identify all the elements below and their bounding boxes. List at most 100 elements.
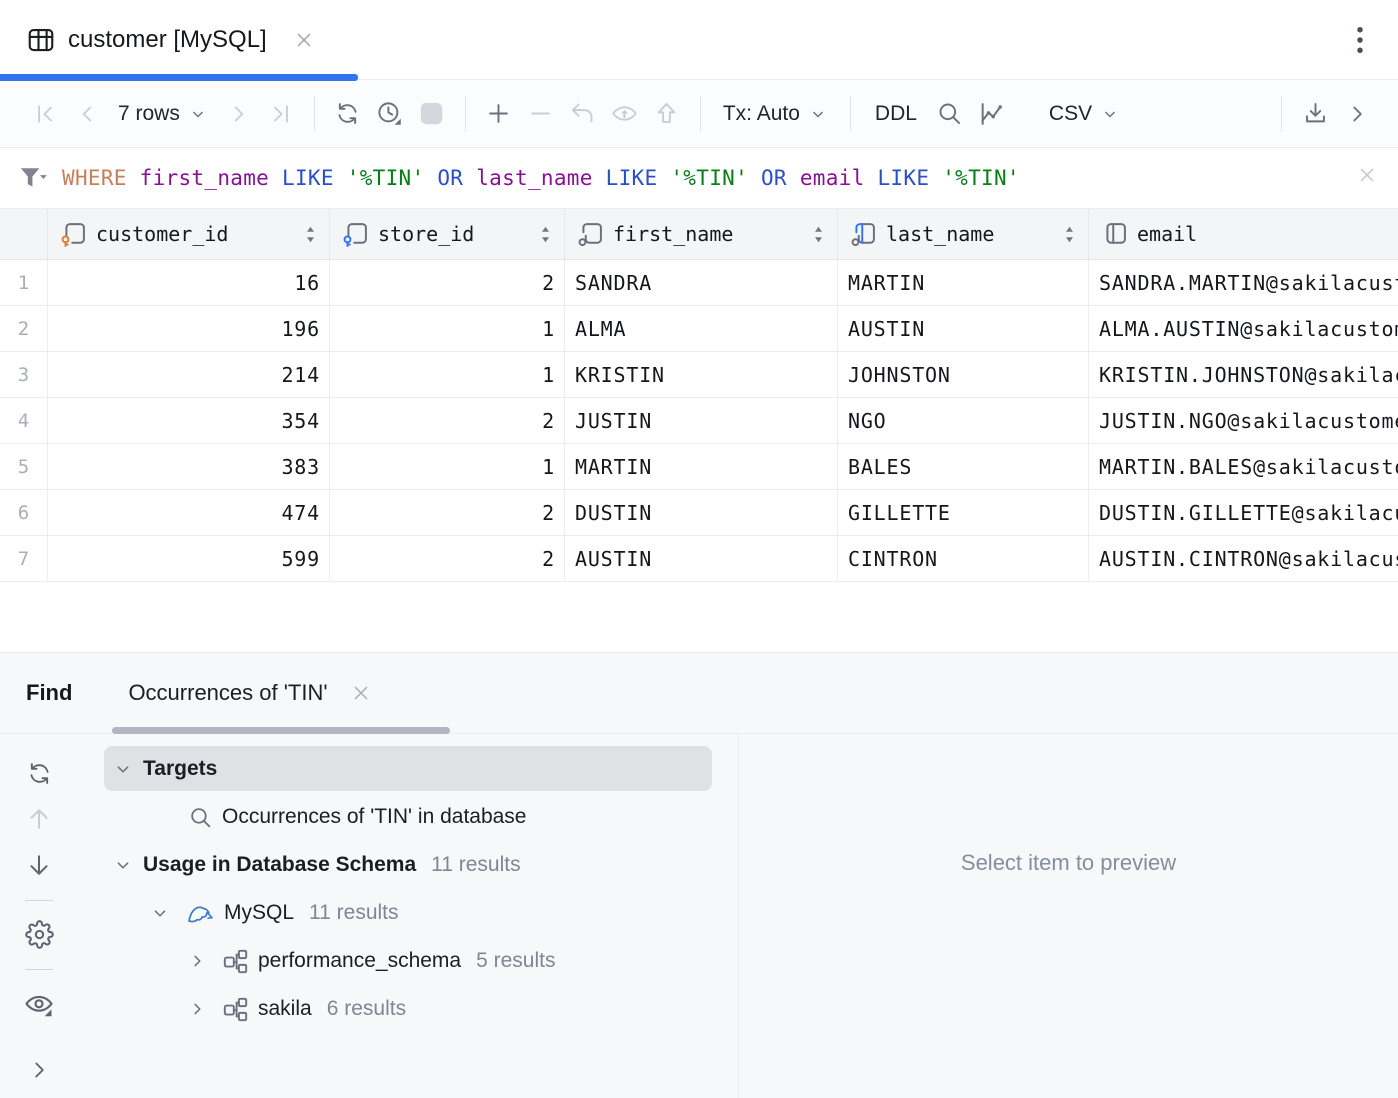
find-tab-occurrences[interactable]: Occurrences of 'TIN' [128,680,371,706]
chevron-down-icon[interactable] [112,758,134,780]
revert-changes-button[interactable] [562,93,604,135]
preview-changes-button[interactable] [604,93,646,135]
cell-last_name[interactable]: BALES [838,444,1089,489]
cell-customer_id[interactable]: 474 [48,490,330,535]
cell-customer_id[interactable]: 16 [48,260,330,305]
sort-toggle-icon[interactable] [810,224,827,245]
cell-store_id[interactable]: 2 [330,536,565,581]
expand-panel-button[interactable] [19,1052,59,1087]
last-page-button[interactable] [260,93,302,135]
row-number[interactable]: 4 [0,398,48,443]
tab-close-icon[interactable] [293,29,315,51]
col-plain-icon [1101,220,1129,248]
cell-email[interactable]: ALMA.AUSTIN@sakilacustomer.org [1089,306,1398,351]
row-number[interactable]: 7 [0,536,48,581]
cell-customer_id[interactable]: 599 [48,536,330,581]
cell-email[interactable]: DUSTIN.GILLETTE@sakilacustomer.org [1089,490,1398,535]
next-page-button[interactable] [218,93,260,135]
cell-store_id[interactable]: 2 [330,398,565,443]
column-header-last_name[interactable]: last_name [838,209,1089,259]
cell-store_id[interactable]: 1 [330,306,565,351]
tree-item-usage-in-database-schema[interactable]: Usage in Database Schema11 results [104,841,712,889]
export-format-select[interactable]: CSV [1039,93,1130,135]
submit-changes-button[interactable] [646,93,688,135]
row-number[interactable]: 1 [0,260,48,305]
search-icon[interactable] [929,93,971,135]
tree-item-occurrences-of-tin-in-database[interactable]: Occurrences of 'TIN' in database [104,793,712,841]
page-size-select[interactable]: 7 rows [108,93,218,135]
tree-item-targets[interactable]: Targets [104,746,712,791]
previous-page-button[interactable] [66,93,108,135]
toolbar-overflow-button[interactable] [1336,93,1378,135]
first-page-button[interactable] [24,93,66,135]
preview-options-icon[interactable] [19,987,59,1022]
cell-last_name[interactable]: AUSTIN [838,306,1089,351]
cell-last_name[interactable]: GILLETTE [838,490,1089,535]
sort-toggle-icon[interactable] [302,224,319,245]
previous-occurrence-button[interactable] [19,802,59,837]
chevron-down-icon[interactable] [149,902,171,924]
cell-store_id[interactable]: 1 [330,352,565,397]
cell-last_name[interactable]: MARTIN [838,260,1089,305]
cell-customer_id[interactable]: 196 [48,306,330,351]
sort-toggle-icon[interactable] [537,224,554,245]
chevron-right-icon[interactable] [186,950,208,972]
add-row-button[interactable] [478,93,520,135]
cell-first_name[interactable]: JUSTIN [565,398,838,443]
row-number[interactable]: 5 [0,444,48,489]
stop-button[interactable] [411,93,453,135]
cell-first_name[interactable]: DUSTIN [565,490,838,535]
sort-toggle-icon[interactable] [1061,224,1078,245]
cell-email[interactable]: AUSTIN.CINTRON@sakilacustomer.org [1089,536,1398,581]
ddl-button[interactable]: DDL [863,102,929,126]
filter-query[interactable]: WHERE first_name LIKE '%TIN' OR last_nam… [62,166,1020,190]
cell-email[interactable]: SANDRA.MARTIN@sakilacustomer.org [1089,260,1398,305]
next-occurrence-button[interactable] [19,848,59,883]
cell-store_id[interactable]: 2 [330,490,565,535]
find-tab-close-icon[interactable] [350,682,372,704]
cell-first_name[interactable]: MARTIN [565,444,838,489]
filter-token-keyword: OR [424,166,463,190]
cell-customer_id[interactable]: 354 [48,398,330,443]
column-header-customer_id[interactable]: customer_id [48,209,330,259]
query-history-button[interactable] [369,93,411,135]
tree-item-mysql[interactable]: MySQL11 results [104,889,712,937]
cell-customer_id[interactable]: 214 [48,352,330,397]
cell-email[interactable]: MARTIN.BALES@sakilacustomer.org [1089,444,1398,489]
chevron-right-icon[interactable] [186,998,208,1020]
col-pk-icon [60,220,88,248]
settings-gear-icon[interactable] [19,917,59,952]
cell-last_name[interactable]: CINTRON [838,536,1089,581]
row-number[interactable]: 3 [0,352,48,397]
tree-item-sakila[interactable]: sakila6 results [104,985,712,1033]
tree-item-performance-schema[interactable]: performance_schema5 results [104,937,712,985]
column-header-store_id[interactable]: store_id [330,209,565,259]
cell-store_id[interactable]: 2 [330,260,565,305]
transaction-mode-select[interactable]: Tx: Auto [713,93,838,135]
cell-first_name[interactable]: ALMA [565,306,838,351]
tab-customer-mysql[interactable]: customer [MySQL] [0,0,345,80]
filter-icon[interactable] [18,164,48,192]
cell-email[interactable]: JUSTIN.NGO@sakilacustomer.org [1089,398,1398,443]
row-number[interactable]: 2 [0,306,48,351]
cell-store_id[interactable]: 1 [330,444,565,489]
export-download-button[interactable] [1294,93,1336,135]
delete-row-button[interactable] [520,93,562,135]
cell-first_name[interactable]: AUSTIN [565,536,838,581]
cell-customer_id[interactable]: 383 [48,444,330,489]
cell-last_name[interactable]: JOHNSTON [838,352,1089,397]
cell-first_name[interactable]: KRISTIN [565,352,838,397]
more-options-icon[interactable] [1346,24,1374,56]
cell-last_name[interactable]: NGO [838,398,1089,443]
reload-data-button[interactable] [327,93,369,135]
cell-email[interactable]: KRISTIN.JOHNSTON@sakilacustomer.org [1089,352,1398,397]
column-header-email[interactable]: email [1089,209,1398,259]
transaction-mode-label: Tx: Auto [723,102,800,126]
row-number[interactable]: 6 [0,490,48,535]
chart-icon[interactable] [971,93,1013,135]
rerun-search-button[interactable] [19,756,59,791]
filter-close-icon[interactable] [1356,164,1378,186]
chevron-down-icon[interactable] [112,854,134,876]
cell-first_name[interactable]: SANDRA [565,260,838,305]
column-header-first_name[interactable]: first_name [565,209,838,259]
